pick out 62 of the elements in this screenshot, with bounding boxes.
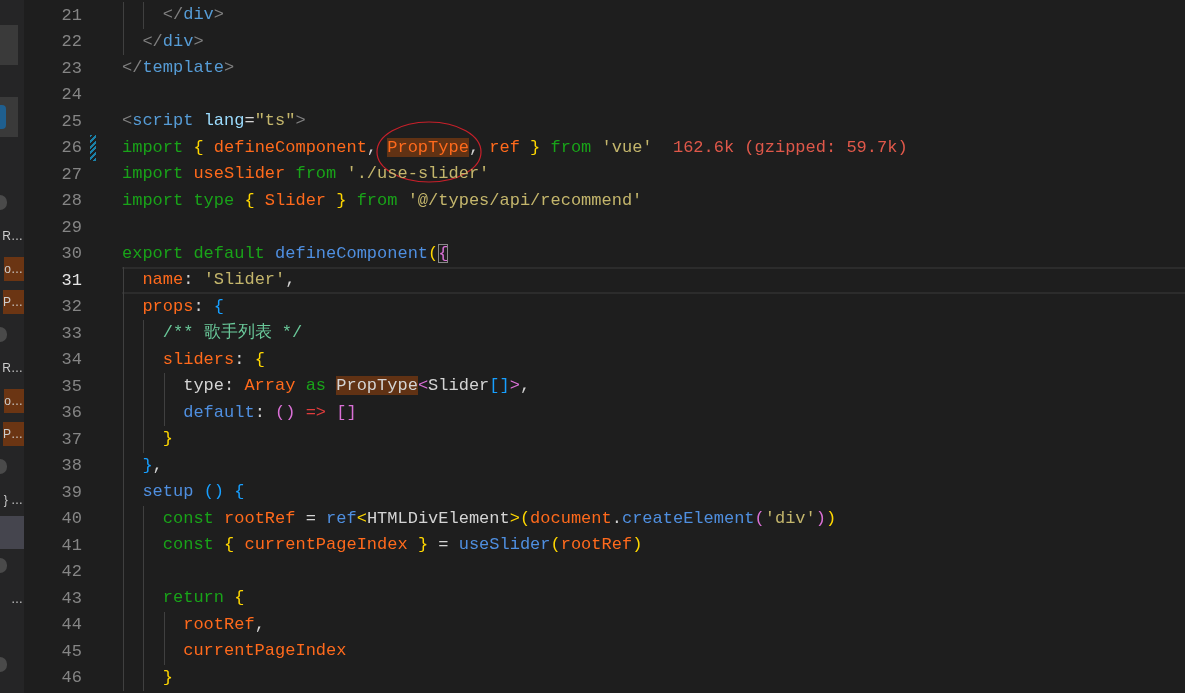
line-number: 32 — [60, 297, 82, 317]
result-item[interactable]: o… — [4, 256, 24, 281]
code-line: export default defineComponent({ — [122, 242, 450, 265]
badge-icon — [0, 558, 7, 573]
line-number: 38 — [60, 456, 82, 476]
code-line: <script lang="ts"> — [122, 110, 307, 132]
badge-icon — [0, 195, 7, 210]
code-line: const { currentPageIndex } = useSlider(rootRef) — [122, 532, 1185, 559]
line-number: 42 — [60, 562, 82, 582]
line-number: 28 — [60, 191, 82, 211]
line-number: 44 — [60, 615, 82, 635]
line-number: 26 — [60, 138, 82, 158]
line-number: 34 — [60, 350, 82, 370]
code-line: default: () => [] — [122, 399, 1185, 426]
result-item[interactable]: o… — [4, 388, 24, 413]
code-line: currentPageIndex — [122, 638, 1185, 665]
code-line: import type { Slider } from '@/types/api/recommend' — [122, 189, 644, 212]
code-line: } — [122, 426, 1185, 453]
line-number: 36 — [60, 403, 82, 423]
line-number: 29 — [60, 217, 82, 237]
code-line: </div> — [122, 2, 1185, 29]
code-line: props: { — [122, 293, 1185, 320]
line-number: 40 — [60, 509, 82, 529]
badge-icon — [0, 327, 7, 342]
code-line: type: Array as PropType<Slider[]>, — [122, 373, 1185, 400]
result-item[interactable]: P… — [3, 421, 24, 446]
result-item[interactable]: P… — [3, 289, 24, 314]
line-number: 30 — [60, 244, 82, 264]
code-line: }, — [122, 452, 1185, 479]
code-line: const rootRef = ref<HTMLDivElement>(document.createElement('div')) — [122, 505, 1185, 532]
code-line: } — [122, 664, 1185, 691]
line-number: 45 — [60, 641, 82, 661]
line-number: 21 — [60, 5, 82, 25]
line-number: 22 — [60, 32, 82, 52]
line-number: 39 — [60, 482, 82, 502]
line-number: 41 — [60, 535, 82, 555]
code-line: import { defineComponent, PropType, ref } from 'vue' 162.6k (gzipped: 59.7k) — [122, 134, 1185, 161]
result-item[interactable]: } … — [3, 487, 24, 512]
code-line: setup () { — [122, 479, 1185, 506]
line-number: 43 — [60, 588, 82, 608]
line-number: 31 — [60, 270, 82, 290]
line-number: 27 — [60, 164, 82, 184]
selected-row[interactable] — [0, 516, 24, 549]
code-line: </div> — [122, 28, 1185, 55]
result-item[interactable]: R… — [2, 355, 24, 380]
code-line: </template> — [122, 57, 236, 79]
code-line: return { — [122, 585, 1185, 612]
line-number: 33 — [60, 323, 82, 343]
line-number: 23 — [60, 58, 82, 78]
line-number: 25 — [60, 111, 82, 131]
result-item[interactable]: … — [11, 586, 24, 611]
line-number: 37 — [60, 429, 82, 449]
line-number: 24 — [60, 85, 82, 105]
line-number: 35 — [60, 376, 82, 396]
badge-icon — [0, 459, 7, 474]
code-line: sliders: { — [122, 346, 1185, 373]
code-line: /** 歌手列表 */ — [122, 320, 1185, 347]
result-item[interactable]: R… — [2, 223, 24, 248]
line-number: 46 — [60, 668, 82, 688]
code-line: rootRef, — [122, 611, 1185, 638]
badge-icon — [0, 657, 7, 672]
code-line: name: 'Slider', — [122, 267, 1185, 294]
